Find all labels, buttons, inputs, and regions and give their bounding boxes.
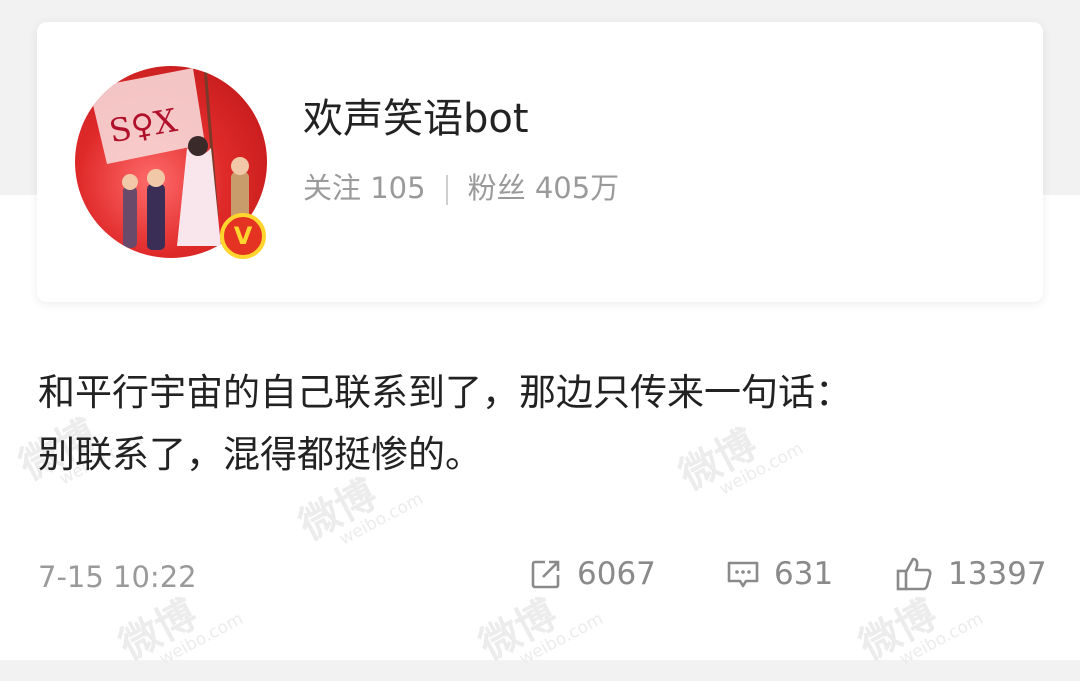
repost-icon	[531, 560, 560, 589]
post-timestamp: 7-15 10:22	[38, 560, 197, 594]
verified-badge-icon: V	[220, 213, 266, 259]
comment-icon	[727, 561, 759, 588]
following-label: 关注	[303, 171, 362, 205]
post-text-line: 别联系了，混得都挺惨的。	[38, 433, 482, 476]
followers-count: 405万	[534, 171, 620, 205]
comment-count: 631	[774, 556, 834, 592]
stats-divider	[445, 175, 448, 205]
following-stat[interactable]: 关注 105	[303, 171, 426, 205]
thumbs-up-icon	[896, 557, 932, 591]
comment-button[interactable]: 631	[726, 556, 833, 592]
repost-button[interactable]: 6067	[529, 556, 656, 592]
following-count: 105	[370, 171, 426, 205]
followers-stat[interactable]: 粉丝 405万	[468, 171, 620, 205]
post-text-line: 和平行宇宙的自己联系到了，那边只传来一句话：	[38, 371, 852, 414]
like-button[interactable]: 13397	[896, 556, 1047, 592]
username[interactable]: 欢声笑语bot	[303, 86, 529, 144]
followers-label: 粉丝	[467, 171, 526, 205]
repost-count: 6067	[577, 556, 656, 592]
like-count: 13397	[948, 556, 1047, 592]
post-content: 和平行宇宙的自己联系到了，那边只传来一句话： 别联系了，混得都挺惨的。	[38, 362, 1048, 486]
footer-divider	[0, 660, 1080, 681]
profile-card[interactable]: S♀X V 欢声笑语bot 关注 105 粉丝 405万	[37, 22, 1043, 302]
profile-stats: 关注 105 粉丝 405万	[303, 165, 619, 207]
